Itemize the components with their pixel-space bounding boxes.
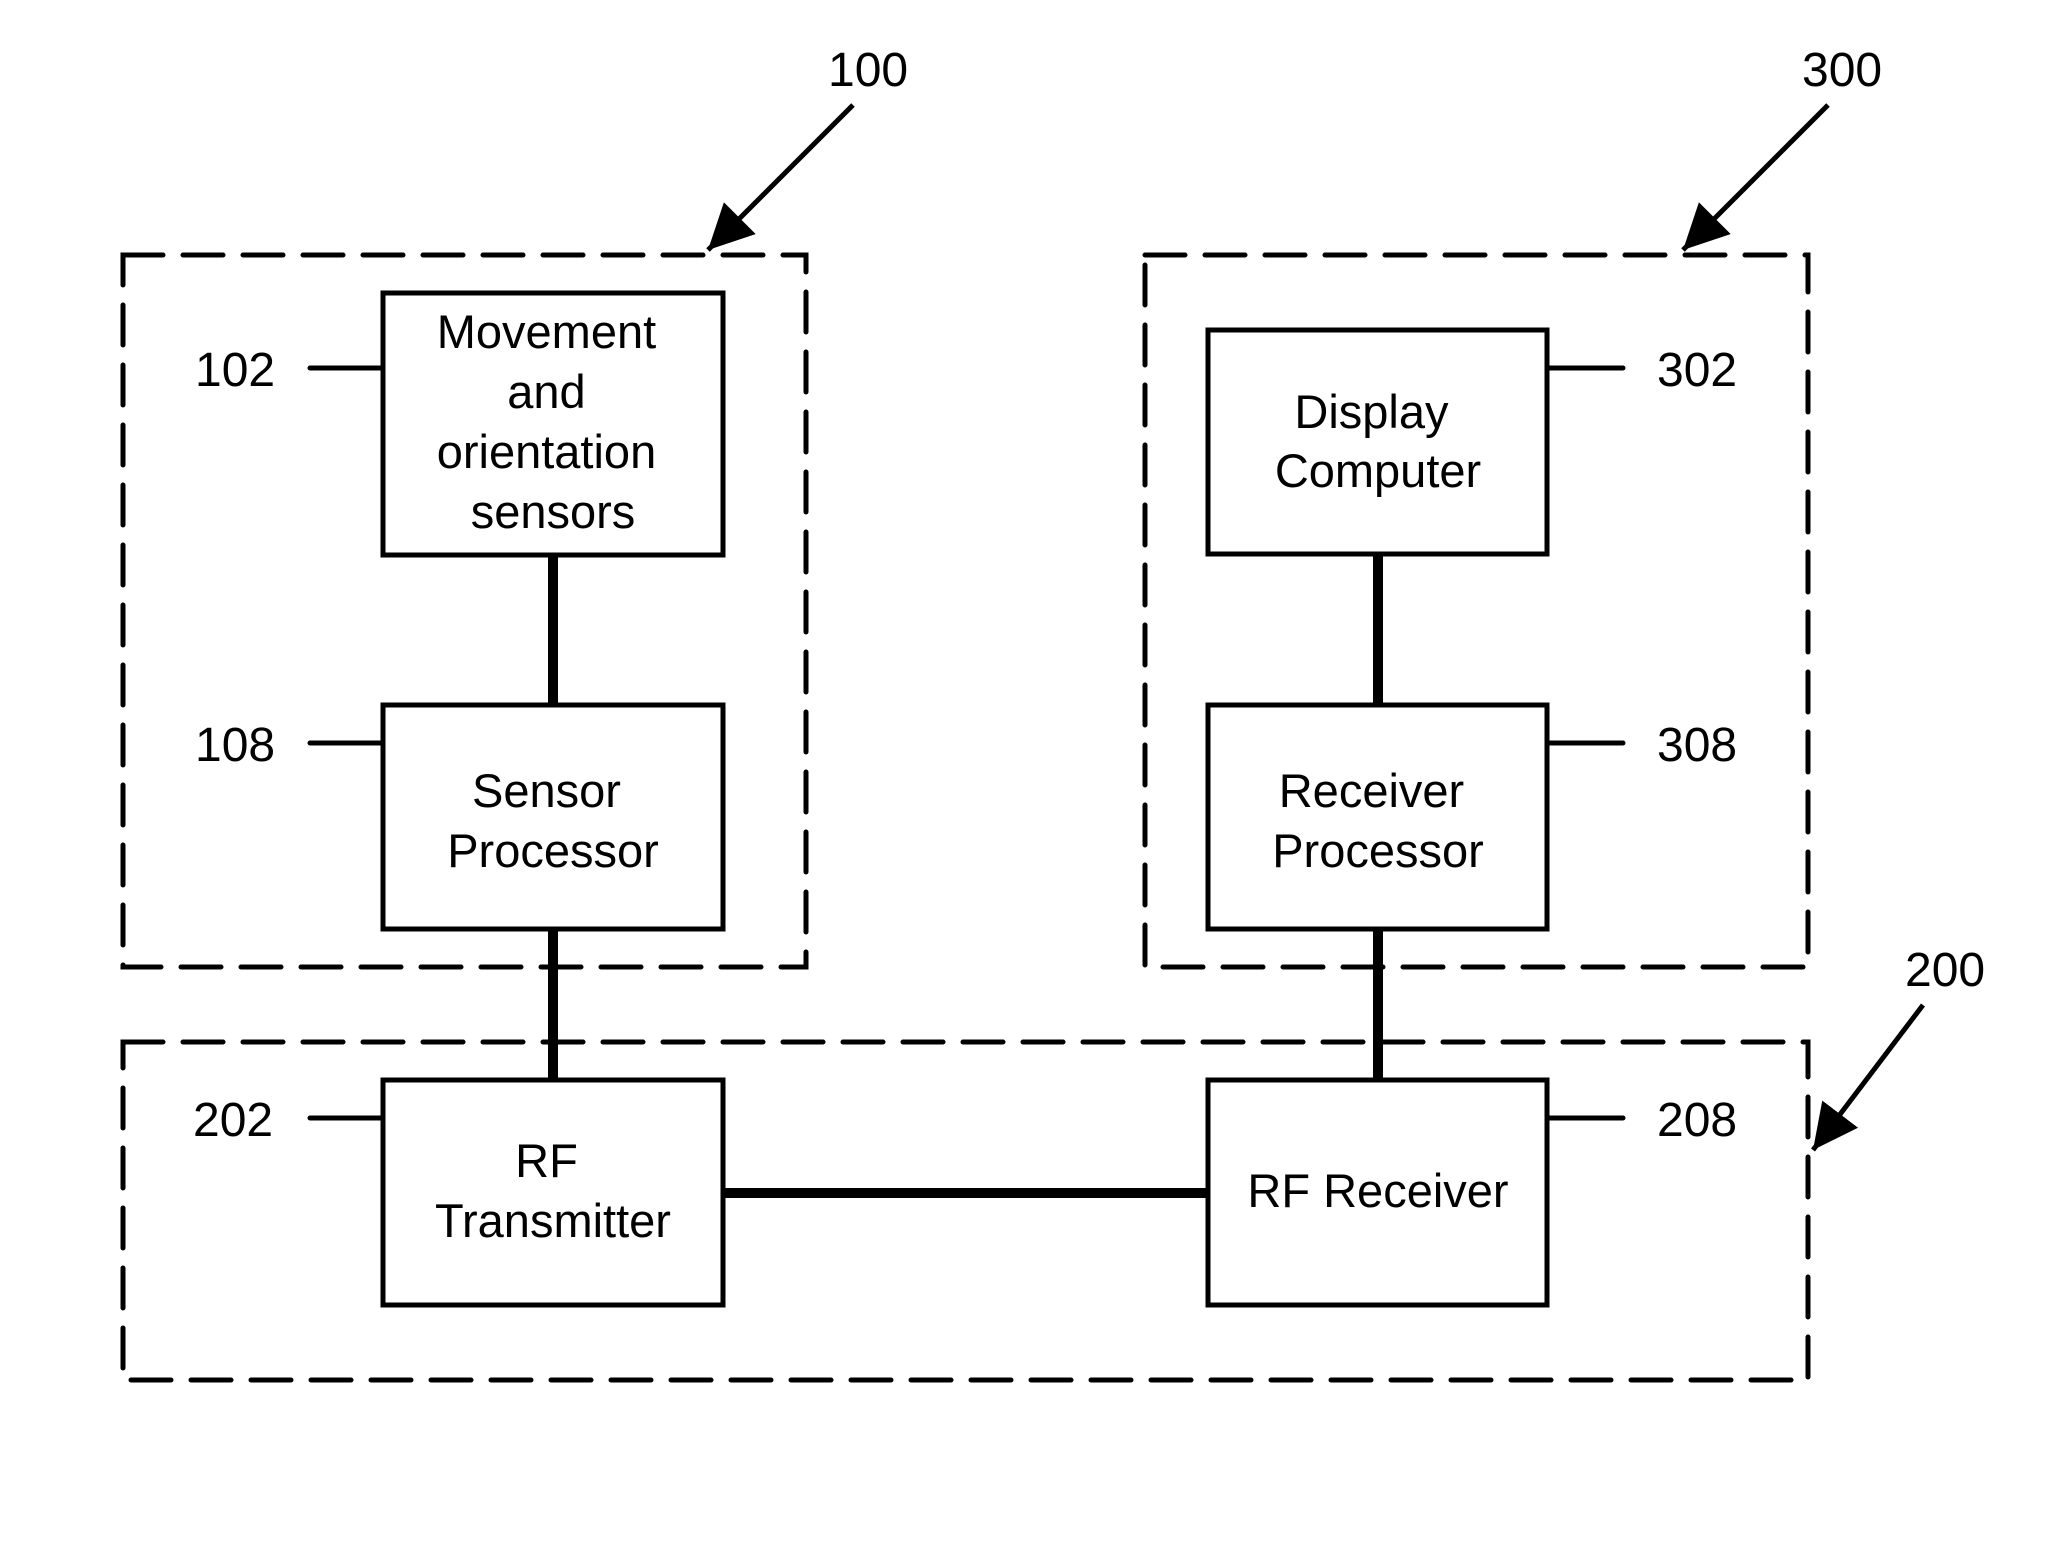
group-ref-label-300: 300 (1802, 44, 1882, 97)
block-label-line: Processor (1272, 824, 1484, 877)
pointer-arrow-300 (1681, 103, 1830, 252)
block-movement-orientation-sensors: Movement and orientation sensors (380, 290, 726, 558)
block-rf-receiver: RF Receiver (1205, 1077, 1550, 1308)
block-receiver-processor: Receiver Processor (1205, 702, 1550, 932)
ref-label-102: 102 (195, 344, 275, 397)
block-label-line: Display (1294, 385, 1449, 438)
block-label-line: RF Receiver (1247, 1164, 1508, 1217)
ref-label-108: 108 (195, 719, 275, 772)
block-108-rect (380, 702, 726, 932)
block-display-computer: Display Computer (1205, 327, 1550, 557)
block-label-line: and (507, 365, 585, 418)
ref-label-308: 308 (1657, 719, 1737, 772)
pointer-arrow-200 (1811, 1003, 1925, 1152)
block-label-line: Transmitter (435, 1194, 671, 1247)
group-ref-label-100: 100 (828, 44, 908, 97)
block-sensor-processor: Sensor Processor (380, 702, 726, 932)
group-200-boundary (120, 1039, 1811, 1383)
block-302-rect (1205, 327, 1550, 557)
block-label-line: orientation (437, 425, 657, 478)
block-diagram: Movement and orientation sensors Sensor … (120, 44, 1985, 1383)
block-label-line: Computer (1275, 444, 1481, 497)
block-202-rect (380, 1077, 726, 1308)
block-label-line: Sensor (472, 764, 621, 817)
block-label-line: sensors (471, 485, 636, 538)
ref-label-302: 302 (1657, 344, 1737, 397)
block-208-label: RF Receiver (1247, 1164, 1508, 1217)
block-label-line: Receiver (1279, 764, 1464, 817)
block-308-rect (1205, 702, 1550, 932)
block-label-line: RF (515, 1134, 578, 1187)
block-label-line: Movement (437, 305, 656, 358)
pointer-arrow-100 (706, 103, 855, 252)
block-rf-transmitter: RF Transmitter (380, 1077, 726, 1308)
block-label-line: Processor (447, 824, 659, 877)
group-ref-label-200: 200 (1905, 944, 1985, 997)
ref-label-202: 202 (193, 1094, 273, 1147)
ref-label-208: 208 (1657, 1094, 1737, 1147)
